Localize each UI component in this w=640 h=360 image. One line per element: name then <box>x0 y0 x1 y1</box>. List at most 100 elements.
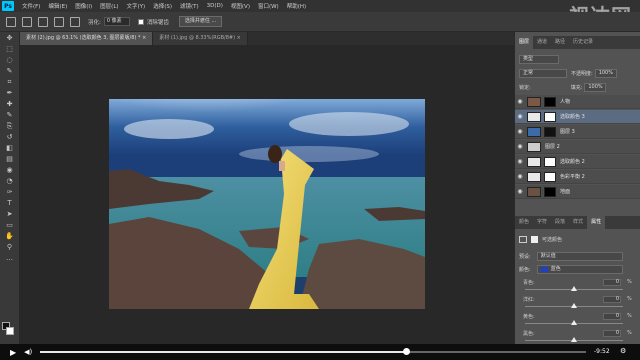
menu-view[interactable]: 视图(V) <box>231 2 250 10</box>
slider-value-input[interactable]: 0 <box>603 313 621 320</box>
menu-window[interactable]: 窗口(W) <box>258 2 279 10</box>
eye-icon[interactable]: ◉ <box>515 188 525 195</box>
layer-mask-thumbnail[interactable] <box>544 186 556 197</box>
blur-icon[interactable]: ◉ <box>2 165 18 175</box>
settings-icon[interactable]: ⚙ <box>620 347 626 355</box>
feather-input[interactable]: 0 像素 <box>103 17 130 26</box>
marquee-icon[interactable]: ⬚ <box>2 44 18 54</box>
path-select-icon[interactable]: ➤ <box>2 209 18 219</box>
eraser-icon[interactable]: ◧ <box>2 143 18 153</box>
move-icon[interactable]: ✥ <box>2 33 18 43</box>
pen-icon[interactable]: ✑ <box>2 187 18 197</box>
play-icon[interactable]: ▶ <box>10 348 16 357</box>
slider-value-input[interactable]: 0 <box>603 296 621 303</box>
layer-mask-thumbnail[interactable] <box>544 111 556 122</box>
tab-paragraph[interactable]: 段落 <box>551 216 569 229</box>
menu-file[interactable]: 文件(F) <box>22 2 40 10</box>
new-selection-icon[interactable] <box>22 16 32 27</box>
slider-knob[interactable] <box>571 286 577 291</box>
tab-document-1[interactable]: 素材 (2).jpg @ 63.1% (选取颜色 3, 图层蒙版/8) * × <box>20 32 154 45</box>
eye-icon[interactable]: ◉ <box>515 98 525 105</box>
antialias-label: 消除锯齿 <box>146 19 169 26</box>
tab-layers[interactable]: 图层 <box>515 36 534 49</box>
volume-icon[interactable]: ◀) <box>24 348 32 356</box>
brush-icon[interactable]: ✎ <box>2 110 18 120</box>
add-selection-icon[interactable] <box>38 16 48 27</box>
close-icon[interactable]: × <box>142 35 146 41</box>
progress-knob[interactable] <box>402 348 410 355</box>
tab-styles[interactable]: 样式 <box>569 216 587 229</box>
eye-icon[interactable]: ◉ <box>515 173 525 180</box>
layer-row[interactable]: ◉ 人物 <box>515 95 640 109</box>
history-brush-icon[interactable]: ↺ <box>2 132 18 142</box>
layer-mask-thumbnail[interactable] <box>544 171 556 182</box>
slider-magenta[interactable]: 洋红: 0 % <box>523 296 632 310</box>
healing-icon[interactable]: ✚ <box>2 99 18 109</box>
slider-knob[interactable] <box>571 303 577 308</box>
antialias-checkbox[interactable] <box>137 18 144 25</box>
crop-icon[interactable]: ⌗ <box>2 77 18 87</box>
layer-mask-thumbnail[interactable] <box>544 126 556 137</box>
more-icon[interactable]: … <box>2 253 18 263</box>
close-icon[interactable]: × <box>237 35 241 41</box>
lasso-icon[interactable]: ◌ <box>2 55 18 65</box>
opacity-input[interactable]: 100% <box>594 68 617 78</box>
mask-icon[interactable] <box>531 235 538 243</box>
eye-icon[interactable]: ◉ <box>515 143 525 150</box>
slider-black[interactable]: 黑色: 0 % <box>523 330 632 344</box>
eye-icon[interactable]: ◉ <box>515 128 525 135</box>
select-and-mask-button[interactable]: 选择并遮住 ... <box>178 16 223 27</box>
gradient-icon[interactable]: ▤ <box>2 154 18 164</box>
quick-select-icon[interactable]: ✎ <box>2 66 18 76</box>
eyedropper-icon[interactable]: ✒ <box>2 88 18 98</box>
layer-filter-dropdown[interactable]: 类型 <box>519 54 559 64</box>
preset-dropdown[interactable]: 默认值 <box>536 251 623 261</box>
layer-mask-thumbnail[interactable] <box>544 156 556 167</box>
slider-yellow[interactable]: 黄色: 0 % <box>523 313 632 327</box>
menu-help[interactable]: 帮助(H) <box>287 2 306 10</box>
layer-row[interactable]: ◉ 色彩平衡 2 <box>515 170 640 184</box>
menu-type[interactable]: 文字(Y) <box>127 2 146 10</box>
fill-input[interactable]: 100% <box>584 82 607 92</box>
eye-icon[interactable]: ◉ <box>515 158 525 165</box>
layer-row[interactable]: ◉ 图层 3 <box>515 125 640 139</box>
menu-image[interactable]: 图像(I) <box>75 2 92 10</box>
layer-filter-row: 类型 <box>515 53 640 65</box>
tab-history[interactable]: 历史记录 <box>569 36 597 49</box>
menu-select[interactable]: 选择(S) <box>153 2 172 10</box>
menu-filter[interactable]: 滤镜(T) <box>180 2 199 10</box>
menu-3d[interactable]: 3D(D) <box>207 3 223 9</box>
type-icon[interactable]: T <box>2 198 18 208</box>
shape-icon[interactable]: ▭ <box>2 220 18 230</box>
slider-value-input[interactable]: 0 <box>603 330 621 337</box>
subtract-selection-icon[interactable] <box>54 16 64 27</box>
menu-layer[interactable]: 图层(L) <box>100 2 118 10</box>
stamp-icon[interactable]: ⎘ <box>2 121 18 131</box>
slider-knob[interactable] <box>571 320 577 325</box>
layer-row[interactable]: ◉ 选取颜色 2 <box>515 155 640 169</box>
tab-document-2[interactable]: 素材 (1).jpg @ 8.33%(RGB/8#) × <box>153 32 248 45</box>
layer-row[interactable]: ◉ 地面 <box>515 185 640 199</box>
document-canvas-image[interactable] <box>109 99 425 309</box>
tab-properties[interactable]: 属性 <box>587 216 606 229</box>
dodge-icon[interactable]: ◔ <box>2 176 18 186</box>
tab-color[interactable]: 颜色 <box>515 216 533 229</box>
background-color-swatch[interactable] <box>6 327 14 335</box>
lasso-tool-icon[interactable] <box>6 16 16 27</box>
zoom-icon[interactable]: ⚲ <box>2 242 18 252</box>
layer-row-selected[interactable]: ◉ 选取颜色 3 <box>515 110 640 124</box>
blend-mode-dropdown[interactable]: 正常 <box>519 68 567 78</box>
eye-icon[interactable]: ◉ <box>515 113 525 120</box>
layer-mask-thumbnail[interactable] <box>544 96 556 107</box>
colors-dropdown[interactable]: 蓝色 <box>536 264 623 274</box>
hand-icon[interactable]: ✋ <box>2 231 18 241</box>
tab-character[interactable]: 字符 <box>533 216 551 229</box>
intersect-selection-icon[interactable] <box>70 16 80 27</box>
menu-edit[interactable]: 编辑(E) <box>48 2 67 10</box>
tab-paths[interactable]: 路径 <box>551 36 569 49</box>
slider-value-input[interactable]: 0 <box>603 279 621 286</box>
layer-row[interactable]: ◉ 图层 2 <box>515 140 640 154</box>
slider-cyan[interactable]: 青色: 0 % <box>523 279 632 293</box>
slider-knob[interactable] <box>571 337 577 342</box>
tab-channels[interactable]: 通道 <box>533 36 551 49</box>
